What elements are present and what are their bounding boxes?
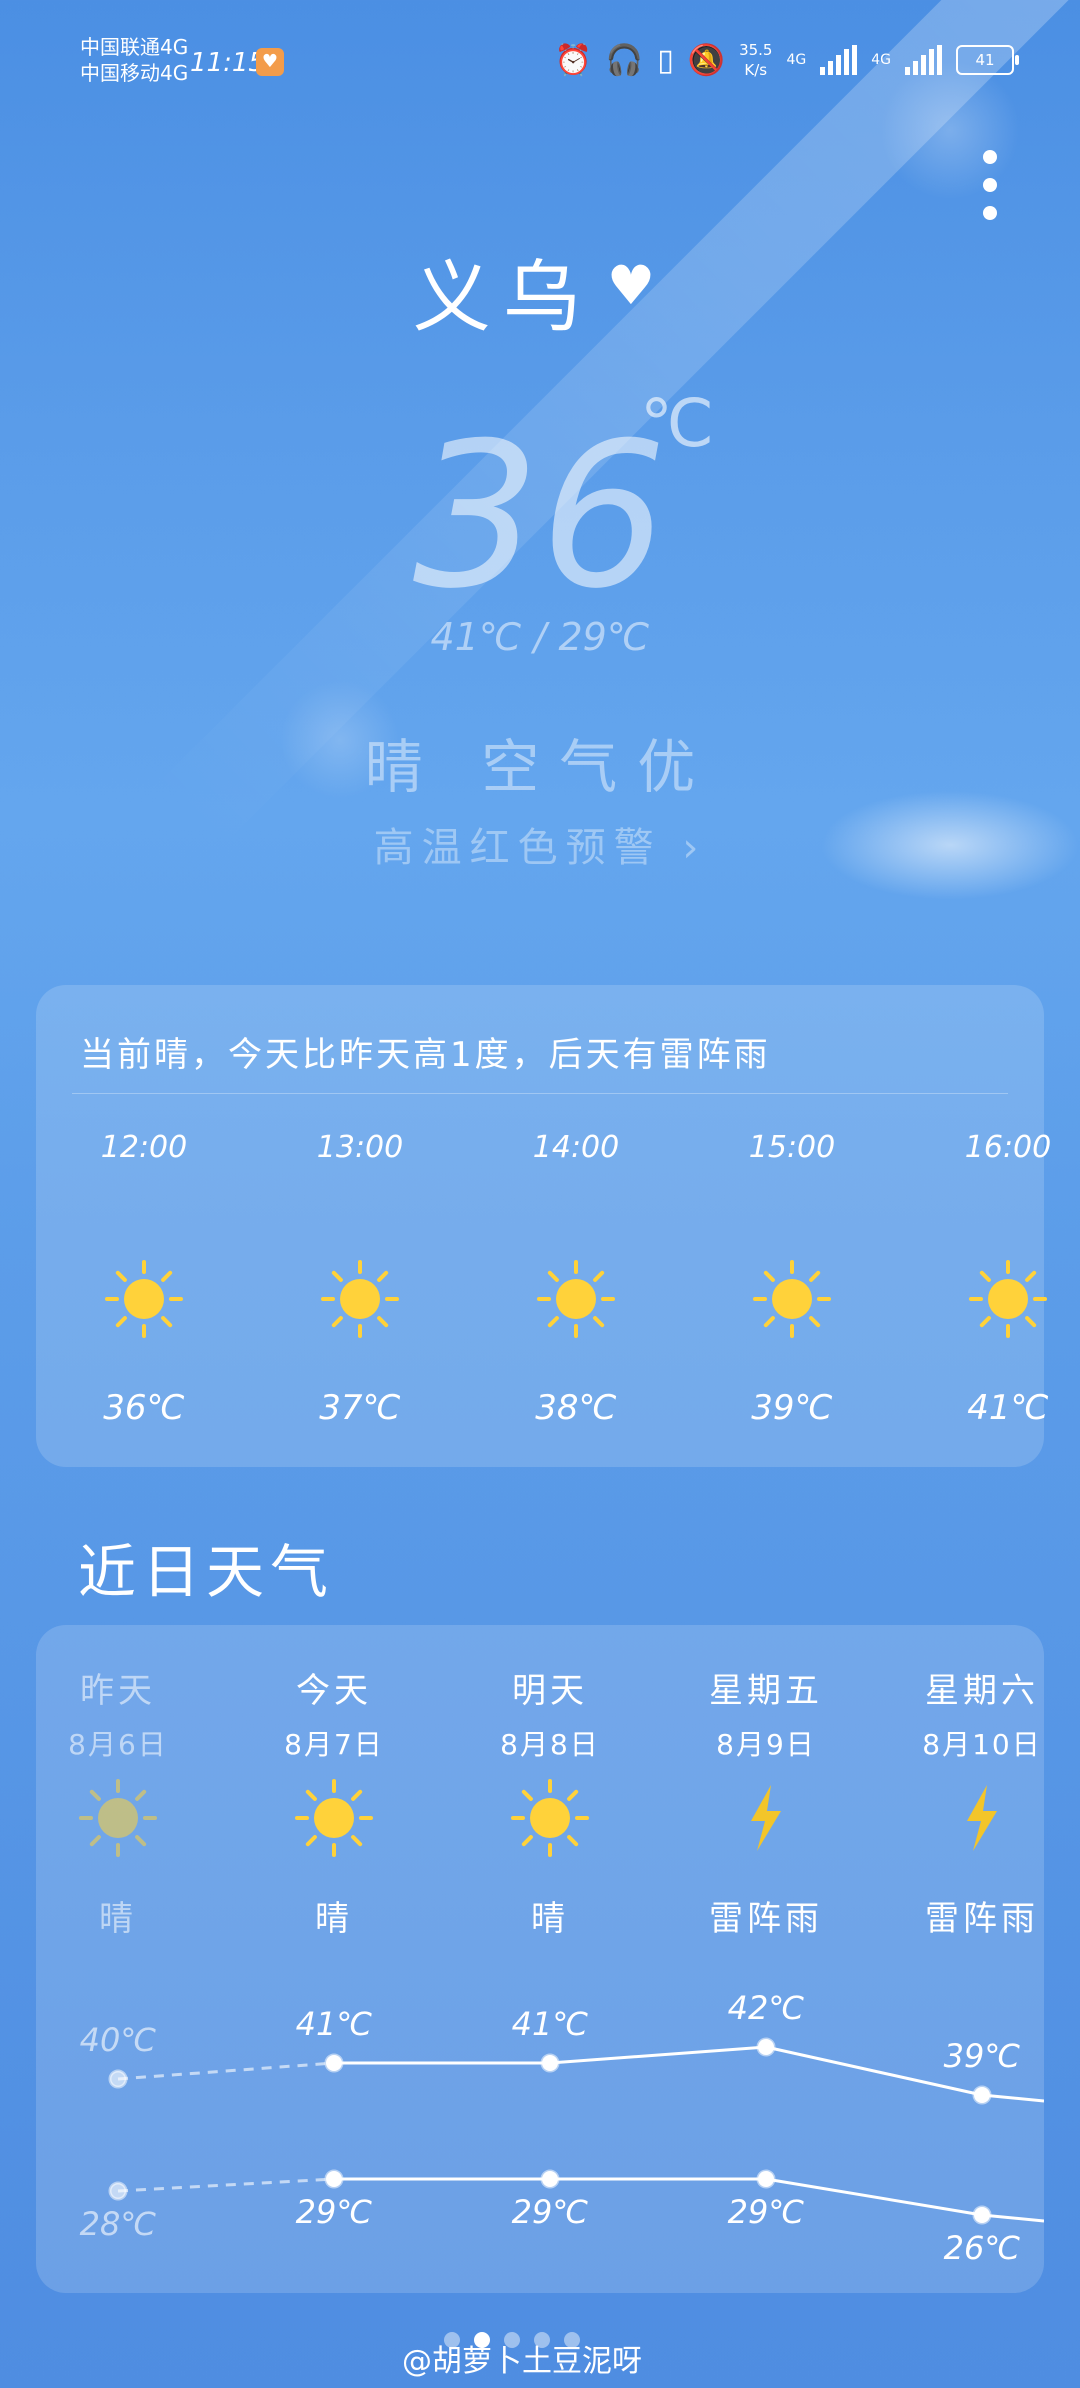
low-temp-label: 29℃: [511, 2193, 589, 2231]
high-temp-label: 39℃: [943, 2037, 1021, 2075]
carrier-1: 中国联通4G: [80, 35, 189, 59]
low-temp-label: 26℃: [943, 2229, 1021, 2267]
carrier-2: 中国移动4G: [80, 61, 189, 85]
high-temp-label: 41℃: [295, 2005, 373, 2043]
low-temp-point: [540, 2169, 560, 2189]
high-trend-segment: [117, 2061, 335, 2081]
current-temperature: 36: [412, 400, 668, 633]
network-speed: 35.5 K/s: [739, 40, 772, 80]
city-label: 义乌: [412, 253, 593, 343]
high-temp-point: [108, 2069, 128, 2089]
hour-item: 15:00 39℃: [712, 985, 872, 1428]
signal-icon: [820, 45, 858, 75]
hour-item: 14:00 38℃: [496, 985, 656, 1428]
mute-icon: 🔕: [687, 42, 726, 78]
hour-time: 13:00: [316, 1130, 404, 1165]
more-menu-button[interactable]: [980, 150, 1000, 220]
hour-item: 16:00 41℃: [928, 985, 1080, 1428]
city-name[interactable]: 义乌 ♥: [0, 235, 1080, 347]
hour-temperature: 41℃: [967, 1388, 1049, 1428]
section-title: 近日天气: [78, 1538, 335, 1606]
low-temp-point: [324, 2169, 344, 2189]
hour-time: 12:00: [100, 1130, 188, 1165]
daily-forecast-card[interactable]: 昨天 8月6日 晴今天 8月7日 晴明天 8月8日 晴星期五 8月9日 雷阵雨星…: [36, 1625, 1044, 2293]
low-trend-segment: [117, 2177, 335, 2193]
battery-icon: 41: [956, 45, 1019, 75]
battery-level: 41: [975, 51, 995, 69]
sun-icon: [969, 1260, 1047, 1338]
vibrate-icon: ▯: [657, 42, 674, 78]
high-temp-label: 41℃: [511, 2005, 589, 2043]
weather-alert-link[interactable]: 高温红色预警 ›: [0, 815, 1080, 873]
low-temp-label: 29℃: [295, 2193, 373, 2231]
low-temp-point: [756, 2169, 776, 2189]
high-temp-point: [972, 2085, 992, 2105]
alarm-icon: ⏰: [554, 42, 592, 78]
signal-icon: [905, 45, 942, 75]
watermark: @胡萝卜土豆泥呀: [402, 2344, 642, 2379]
hour-temperature: 39℃: [751, 1388, 833, 1428]
sun-icon: [537, 1260, 615, 1338]
hour-time: 16:00: [964, 1130, 1052, 1165]
hour-temperature: 36℃: [103, 1388, 185, 1428]
sun-icon: [753, 1260, 831, 1338]
high-low-temperature: 41℃ / 29℃: [430, 615, 650, 659]
high-temp-point: [756, 2037, 776, 2057]
location-icon: ♥: [606, 254, 668, 317]
hour-time: 15:00: [748, 1130, 836, 1165]
hour-temperature: 38℃: [535, 1388, 617, 1428]
weather-condition: 晴 空气优: [364, 733, 716, 801]
hour-item: 12:00 36℃: [64, 985, 224, 1428]
low-temp-label: 28℃: [79, 2205, 157, 2243]
sun-icon: [321, 1260, 399, 1338]
status-time: 11:15: [190, 48, 265, 78]
high-temp-label: 42℃: [727, 1989, 805, 2027]
hour-temperature: 37℃: [319, 1388, 401, 1428]
app-notification-icon: ♥: [256, 48, 284, 76]
high-temp-point: [540, 2053, 560, 2073]
carrier-info: 中国联通4G 中国移动4G: [80, 34, 188, 86]
low-temp-label: 29℃: [727, 2193, 805, 2231]
network-speed-unit: K/s: [744, 61, 768, 79]
hour-item: 13:00 37℃: [280, 985, 440, 1428]
high-temp-label: 40℃: [79, 2021, 157, 2059]
network-type-2: 4G: [871, 52, 891, 68]
high-trend-segment: [549, 2045, 767, 2065]
low-temp-point: [972, 2205, 992, 2225]
status-icons: ⏰ 🎧 ▯ 🔕 35.5 K/s 4G 4G 41: [554, 40, 1019, 80]
network-speed-value: 35.5: [739, 41, 773, 59]
temperature-unit: ℃: [640, 385, 715, 462]
network-type-1: 4G: [786, 52, 807, 68]
status-bar: 中国联通4G 中国移动4G 11:15 ♥ ⏰ 🎧 ▯ 🔕 35.5 K/s 4…: [0, 0, 1080, 130]
chevron-right-icon: ›: [682, 825, 707, 871]
high-temp-point: [324, 2053, 344, 2073]
alert-label: 高温红色预警: [373, 825, 662, 871]
hourly-forecast-card[interactable]: 当前晴，今天比昨天高1度，后天有雷阵雨 12:00 36℃ 13:00 37℃ 14…: [36, 985, 1051, 1467]
hour-time: 14:00: [532, 1130, 620, 1165]
low-temp-point: [108, 2181, 128, 2201]
sun-icon: [105, 1260, 183, 1338]
headphones-icon: 🎧: [605, 42, 644, 78]
